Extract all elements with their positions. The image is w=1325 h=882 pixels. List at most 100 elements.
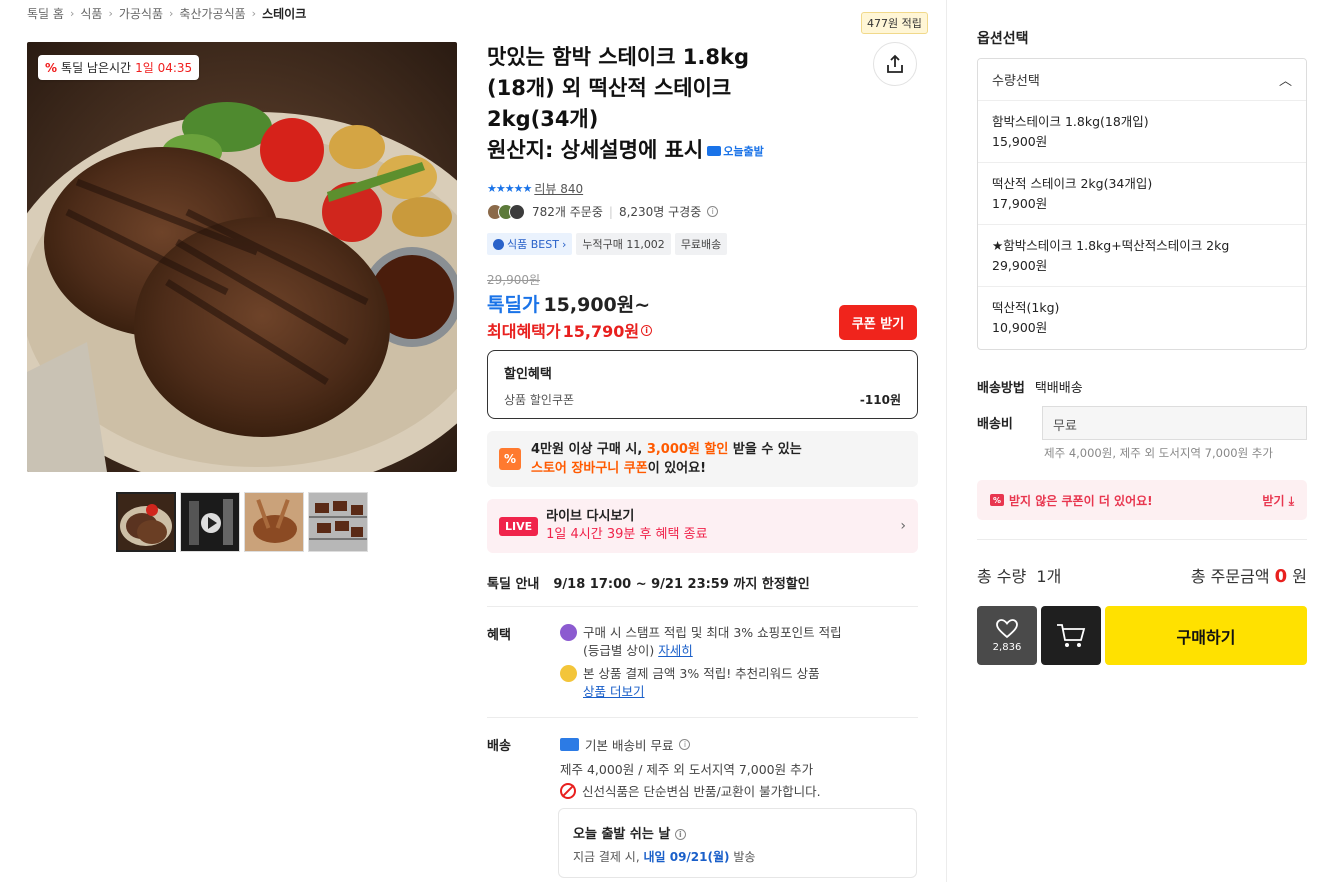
- coupon-alert-text: 받지 않은 쿠폰이 더 있어요!: [1009, 493, 1153, 508]
- chevron-right-icon: ›: [251, 7, 257, 20]
- shipping-label: 배송: [487, 739, 511, 754]
- total-amount-label: 총 주문금액: [1190, 567, 1270, 586]
- claim-coupon-link[interactable]: 받기: [1262, 494, 1284, 508]
- fresh-notice-text: 신선식품은 단순변심 반품/교환이 불가합니다.: [582, 784, 821, 799]
- divider: [977, 539, 1307, 540]
- delivery-fee-note: 제주 4,000원, 제주 외 도서지역 7,000원 추가: [1044, 446, 1273, 460]
- product-title-line: 원산지: 상세설명에 표시: [487, 138, 704, 162]
- divider: [487, 717, 918, 718]
- viewer-count: 8,230명 구경중: [618, 205, 702, 219]
- unclaimed-coupon-banner[interactable]: % 받지 않은 쿠폰이 더 있어요! 받기 ⤓: [977, 480, 1307, 520]
- thumbnail-1[interactable]: [116, 492, 176, 552]
- details-link[interactable]: 자세히: [658, 643, 693, 658]
- discount-benefits-box: 할인혜택 상품 할인쿠폰 -110원: [487, 350, 918, 419]
- currency-unit: 원: [1292, 567, 1307, 586]
- promo-text: 4만원 이상 구매 시,: [531, 442, 647, 457]
- live-replay-banner[interactable]: LIVE 라이브 다시보기 1일 4시간 39분 후 혜택 종료 ›: [487, 499, 918, 553]
- shipping-base: 기본 배송비 무료 i: [560, 735, 691, 754]
- percent-icon: %: [45, 60, 58, 75]
- tag-label: 식품 BEST: [507, 238, 559, 251]
- quantity-select-header[interactable]: 수량선택 ︿: [978, 59, 1306, 101]
- info-icon[interactable]: i: [707, 206, 719, 217]
- benefit-text: 구매 시 스탬프 적립 및 최대 3% 쇼핑포인트 적립: [583, 625, 842, 640]
- get-coupon-button[interactable]: 쿠폰 받기: [839, 305, 917, 340]
- rest-day-date: 내일 09/21(월): [643, 850, 730, 864]
- order-stats: 782개 주문중 | 8,230명 구경중 i: [487, 203, 719, 220]
- like-count: 2,836: [992, 641, 1022, 653]
- discount-amount: -110원: [859, 393, 901, 407]
- more-products-link[interactable]: 상품 더보기: [583, 684, 644, 699]
- timer-label: 톡딜 남은시간: [61, 61, 132, 75]
- option-item[interactable]: 떡산적 스테이크 2kg(34개입) 17,900원: [978, 163, 1306, 225]
- breadcrumb-item[interactable]: 톡딜 홈: [27, 5, 64, 22]
- benefit-text: (등급별 상이): [583, 643, 659, 658]
- product-tags: 식품 BEST › 누적구매 11,002 무료배송: [487, 233, 728, 255]
- benefit-text: 본 상품 결제 금액 3% 적립! 추천리워드 상품: [583, 666, 820, 681]
- deal-price: 톡딜가 15,900원~: [487, 290, 650, 317]
- info-icon[interactable]: i: [674, 829, 686, 840]
- total-amount-value: 0: [1274, 566, 1288, 587]
- delivery-fee-field[interactable]: 무료: [1042, 406, 1307, 440]
- delivery-fee-label: 배송비: [977, 417, 1013, 432]
- order-totals: 총 수량 1개 총 주문금액 0 원: [977, 563, 1307, 587]
- chevron-right-icon: ›: [169, 7, 174, 20]
- delivery-method-label: 배송방법: [977, 381, 1025, 396]
- breadcrumb-current[interactable]: 스테이크: [262, 5, 306, 22]
- total-qty-value: 1개: [1036, 567, 1062, 586]
- store-cart-coupon-banner[interactable]: % 4만원 이상 구매 시, 3,000원 할인 받을 수 있는 스토어 장바구…: [487, 431, 918, 487]
- breadcrumb-item[interactable]: 축산가공식품: [179, 5, 245, 22]
- info-icon[interactable]: i: [641, 324, 653, 336]
- deal-info-label: 톡딜 안내: [487, 577, 540, 592]
- product-title-line: (18개) 외 떡산적 스테이크: [487, 76, 732, 100]
- quantity-select-label: 수량선택: [992, 74, 1040, 89]
- thumbnail-4[interactable]: [308, 492, 368, 552]
- deal-price-label: 톡딜가: [487, 294, 540, 316]
- order-count: 782개 주문중: [532, 205, 603, 219]
- promo-highlight: 3,000원 할인: [646, 442, 729, 457]
- chevron-right-icon: ›: [900, 518, 906, 534]
- store-coupon-text: 4만원 이상 구매 시, 3,000원 할인 받을 수 있는 스토어 장바구니 …: [531, 440, 802, 478]
- option-item[interactable]: 떡산적(1kg) 10,900원: [978, 287, 1306, 349]
- buy-now-button[interactable]: 구매하기: [1105, 606, 1307, 665]
- info-icon[interactable]: i: [679, 739, 691, 750]
- original-price: 29,900원: [487, 273, 541, 287]
- share-button[interactable]: [873, 42, 917, 86]
- chevron-right-icon: ›: [108, 7, 113, 20]
- product-main-image[interactable]: [27, 42, 457, 472]
- truck-icon: [560, 738, 579, 751]
- thumbnail-3[interactable]: [244, 492, 304, 552]
- product-title: 맛있는 함박 스테이크 1.8kg (18개) 외 떡산적 스테이크 2kg(3…: [487, 42, 857, 167]
- live-subtitle: 1일 4시간 39분 후 혜택 종료: [546, 527, 708, 542]
- rest-day-text: 발송: [729, 850, 756, 864]
- best-tag[interactable]: 식품 BEST ›: [487, 233, 573, 255]
- delivery-method-value: 택배배송: [1034, 381, 1083, 396]
- breadcrumb-item[interactable]: 가공식품: [119, 5, 163, 22]
- deal-price-value: 15,900원~: [543, 294, 651, 316]
- option-item[interactable]: ★함박스테이크 1.8kg+떡산적스테이크 2kg 29,900원: [978, 225, 1306, 287]
- review-link[interactable]: 리뷰 840: [534, 180, 583, 197]
- today-shipping-label: 오늘출발: [723, 144, 764, 158]
- product-page: 톡딜 홈 › 식품 › 가공식품 › 축산가공식품 › 스테이크 % 톡딜 남은…: [0, 0, 1325, 882]
- benefit-reward: 본 상품 결제 금액 3% 적립! 추천리워드 상품 상품 더보기: [560, 665, 916, 701]
- point-icon: [560, 624, 577, 641]
- timer-value: 1일 04:35: [135, 61, 193, 75]
- product-title-line: 2kg(34개): [487, 107, 599, 131]
- total-qty-label: 총 수량: [977, 567, 1027, 586]
- benefits-label: 혜택: [487, 628, 511, 643]
- share-icon: [887, 54, 903, 73]
- breadcrumb-item[interactable]: 식품: [80, 5, 102, 22]
- wishlist-button[interactable]: 2,836: [977, 606, 1037, 665]
- badge-icon: [493, 238, 504, 250]
- promo-text: 이 있어요!: [647, 461, 706, 476]
- shipping-extra: 제주 4,000원 / 제주 외 도서지역 7,000원 추가: [560, 762, 814, 777]
- divider: |: [608, 204, 613, 219]
- option-item[interactable]: 함박스테이크 1.8kg(18개입) 15,900원: [978, 101, 1306, 163]
- rest-day-text: 지금 결제 시,: [573, 850, 644, 864]
- avatar: [509, 203, 525, 220]
- coupon-icon: %: [499, 448, 521, 470]
- shipping-base-text: 기본 배송비 무료: [585, 738, 674, 753]
- add-to-cart-button[interactable]: [1041, 606, 1101, 665]
- option-name: 함박스테이크 1.8kg(18개입): [992, 114, 1149, 129]
- max-benefit-price: 최대혜택가 15,790원 i: [487, 318, 653, 342]
- thumbnail-video[interactable]: [180, 492, 240, 552]
